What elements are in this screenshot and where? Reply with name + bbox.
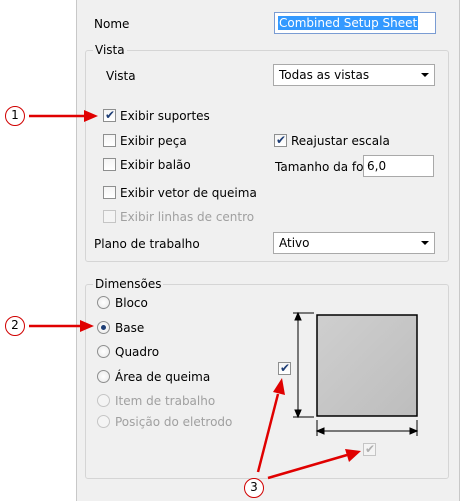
arrow-3a: [256, 393, 280, 473]
annotation-arrows: [29, 110, 361, 480]
callout-1: 1: [5, 106, 25, 126]
callout-2: 2: [5, 316, 25, 336]
arrow-3b: [267, 453, 348, 480]
callout-3: 3: [244, 478, 264, 498]
arrow-2-head: [80, 320, 94, 332]
arrow-3b-head: [345, 449, 361, 462]
arrow-1-head: [84, 110, 98, 122]
arrow-3a-head: [273, 378, 285, 395]
